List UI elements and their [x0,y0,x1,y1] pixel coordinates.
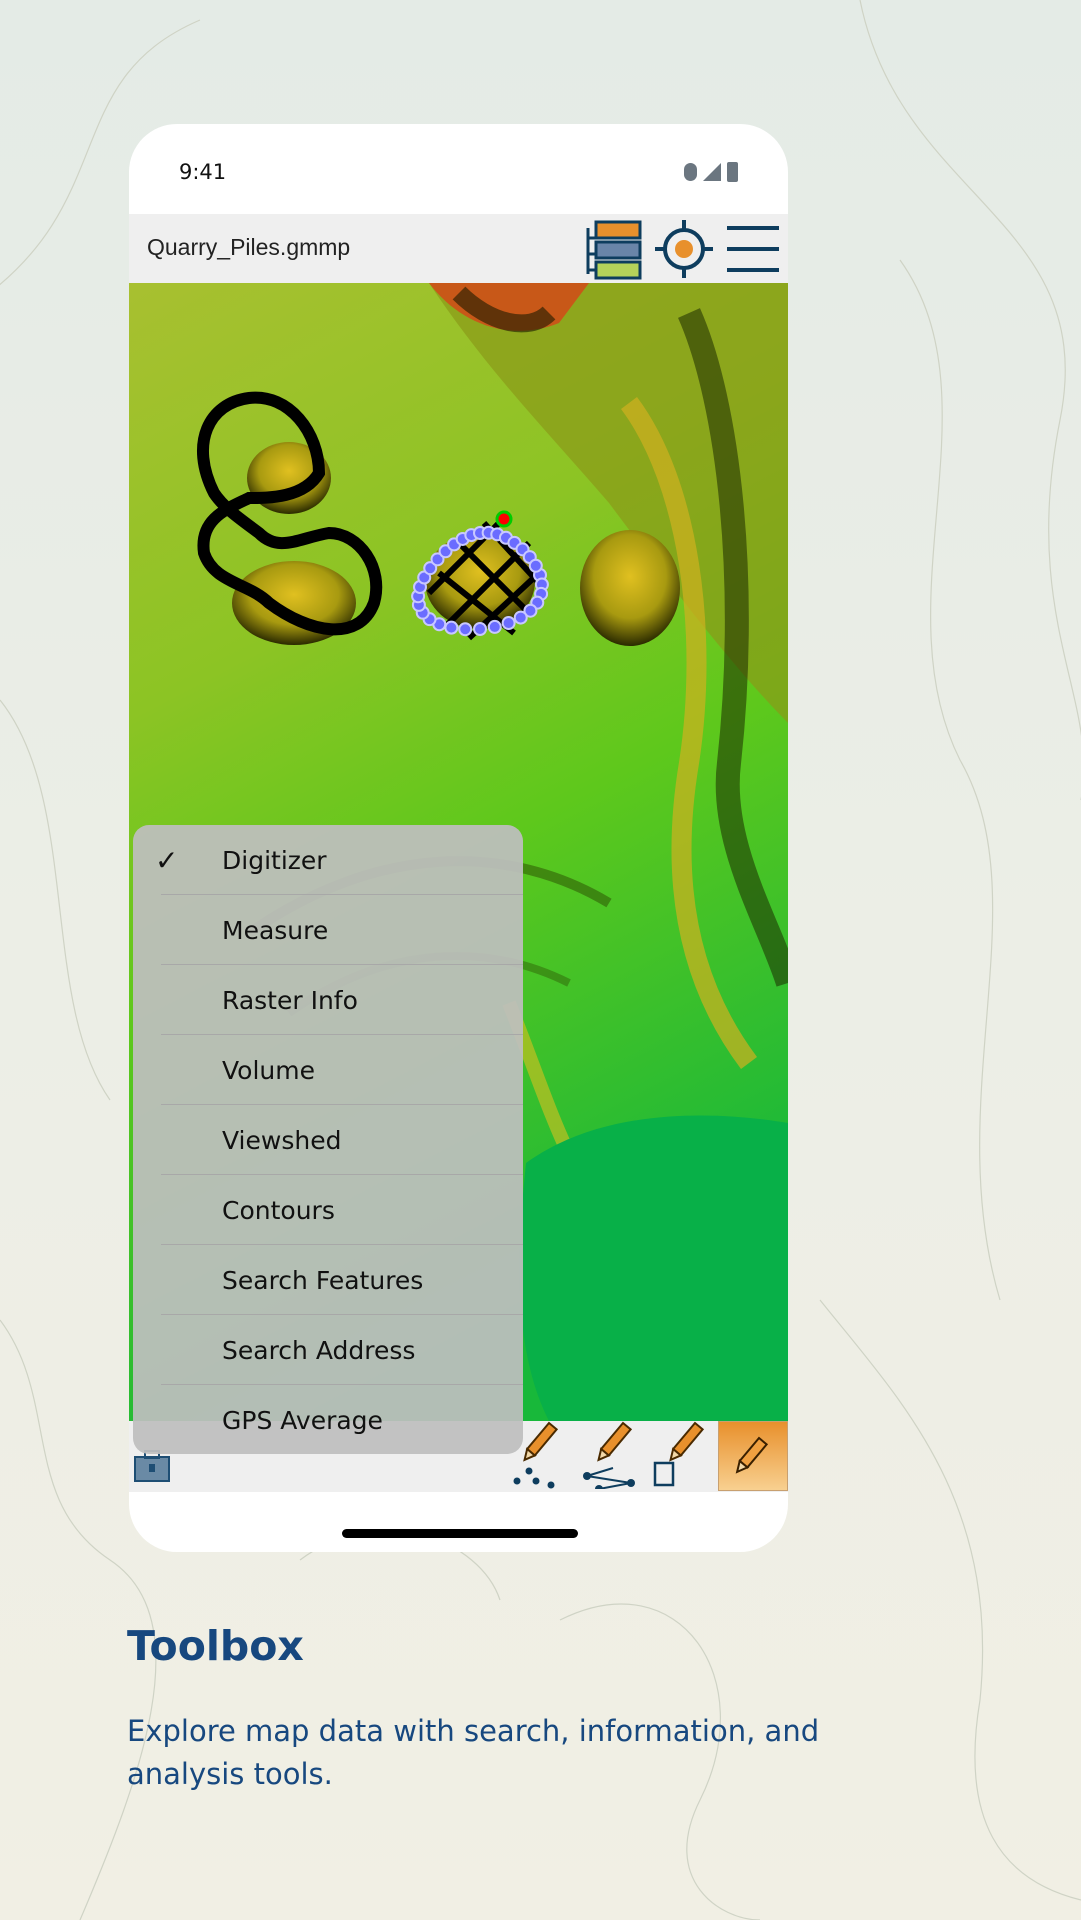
menu-item-volume[interactable]: Volume [133,1035,523,1105]
edit-pencil-icon [735,1436,769,1474]
menu-item-measure[interactable]: Measure [133,895,523,965]
signal-icon [703,163,721,181]
menu-item-label: Raster Info [222,985,358,1015]
menu-item-digitizer[interactable]: ✓ Digitizer [133,825,523,895]
caption-title: Toolbox [127,1622,304,1670]
menu-item-label: Contours [222,1195,335,1225]
menu-icon[interactable] [725,218,781,280]
menu-item-search-address[interactable]: Search Address [133,1315,523,1385]
phone-frame: 9:41 Quarry_Piles.gmmp ✓ Digitizer Measu… [129,124,788,1552]
menu-item-label: Volume [222,1055,315,1085]
home-indicator[interactable] [342,1529,578,1538]
menu-item-label: Viewshed [222,1125,342,1155]
menu-item-viewshed[interactable]: Viewshed [133,1105,523,1175]
draw-area-icon[interactable] [653,1421,713,1489]
edit-pencil-button[interactable] [718,1421,788,1491]
document-title: Quarry_Piles.gmmp [147,234,351,260]
gps-locate-icon[interactable] [653,218,715,280]
status-time: 9:41 [179,160,227,184]
menu-item-label: GPS Average [222,1405,383,1435]
menu-item-gps-average[interactable]: GPS Average [133,1385,523,1454]
menu-item-raster-info[interactable]: Raster Info [133,965,523,1035]
battery-icon [727,162,738,182]
draw-line-icon[interactable] [579,1421,649,1489]
toolbox-icon[interactable] [133,1449,173,1485]
vertex-marker [444,620,459,635]
check-icon: ✓ [155,843,179,877]
toolbox-menu: ✓ Digitizer Measure Raster Info Volume Viewsh… [133,825,523,1454]
app-header: Quarry_Piles.gmmp [129,214,788,283]
vertex-marker [513,610,528,625]
menu-item-label: Search Address [222,1335,416,1365]
vertex-marker [458,622,473,637]
caption-subtitle: Explore map data with search, informatio… [127,1714,820,1791]
vertex-marker [473,622,487,636]
wifi-icon [684,163,697,181]
menu-item-contours[interactable]: Contours [133,1175,523,1245]
selected-vertex [495,510,513,528]
menu-item-label: Search Features [222,1265,424,1295]
vertex-marker [501,616,516,631]
menu-item-label: Measure [222,915,329,945]
menu-item-search-features[interactable]: Search Features [133,1245,523,1315]
menu-item-label: Digitizer [222,845,327,875]
layers-icon[interactable] [582,218,644,280]
vertex-marker [528,558,543,573]
vertex-marker [487,619,502,634]
status-bar: 9:41 [129,124,788,214]
